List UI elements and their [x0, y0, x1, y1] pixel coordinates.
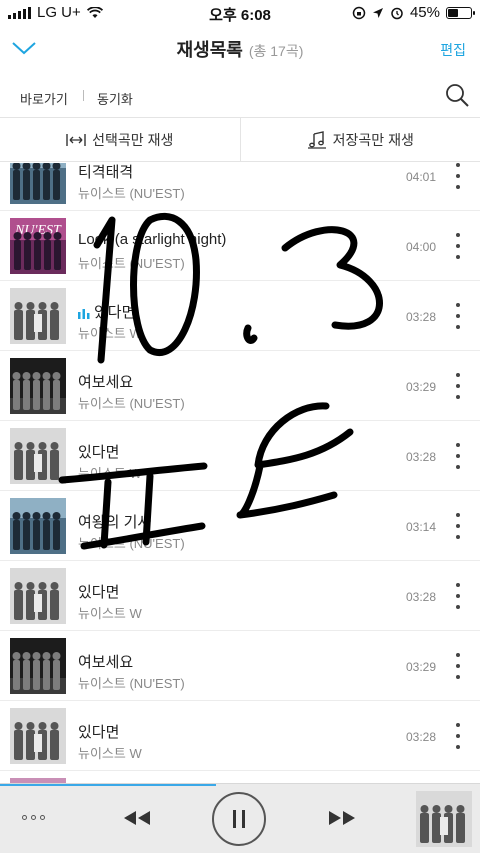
song-artist: 뉴이스트 W: [78, 326, 142, 341]
song-title: 있다면: [78, 721, 119, 742]
song-title: 여왕의 기사: [78, 511, 151, 532]
song-duration: 03:28: [405, 450, 436, 464]
page-title: 재생목록 (총 17곡): [177, 36, 304, 62]
song-duration: 04:01: [405, 170, 436, 184]
album-cover: [10, 288, 66, 344]
battery-icon: [446, 6, 475, 19]
song-title-text: 있다면: [78, 724, 120, 741]
filter-row: 선택곡만 재생 저장곡만 재생: [0, 118, 480, 162]
song-duration: 03:29: [405, 660, 436, 674]
album-cover: [10, 638, 66, 694]
nav-divider: [83, 90, 84, 101]
previous-icon[interactable]: [122, 809, 152, 827]
song-row[interactable]: 여보세요 뉴이스트 (NU'EST) 03:29: [0, 631, 480, 701]
battery-fill: [448, 8, 458, 17]
more-vertical-icon[interactable]: [454, 303, 462, 329]
pause-icon[interactable]: [212, 792, 266, 846]
song-row[interactable]: 있다면 뉴이스트 W 03:28: [0, 421, 480, 491]
rotation-lock-icon: [352, 6, 366, 19]
song-list[interactable]: 티격태격 뉴이스트 (NU'EST) 04:01 NU'EST Look (a …: [0, 163, 480, 783]
song-row[interactable]: NU'EST Look (a starlight night) 뉴이스트 (NU…: [0, 211, 480, 281]
album-cover: [10, 428, 66, 484]
song-duration: 04:00: [405, 240, 436, 254]
page-title-text: 재생목록: [176, 40, 243, 60]
song-title-text: 있다면: [78, 444, 120, 461]
song-row[interactable]: 티격태격 뉴이스트 (NU'EST) 04:01: [0, 163, 480, 211]
more-vertical-icon[interactable]: [454, 163, 462, 189]
song-artist: 뉴이스트 (NU'EST): [78, 536, 185, 551]
song-title: 있다면: [78, 581, 119, 602]
status-right: 45%: [352, 4, 475, 21]
more-vertical-icon[interactable]: [454, 373, 462, 399]
song-title-text: Look (a starlight night): [78, 231, 227, 248]
song-title-text: 있다면: [94, 304, 136, 321]
play-selected-button[interactable]: 선택곡만 재생: [0, 118, 241, 161]
more-horizontal-icon[interactable]: [22, 815, 45, 820]
nav-row: 바로가기 동기화: [0, 72, 480, 118]
album-cover: [10, 163, 66, 204]
song-row[interactable]: 여왕의 기사 뉴이스트 (NU'EST) 03:14: [0, 491, 480, 561]
sync-button[interactable]: 동기화: [97, 89, 133, 108]
album-cover: NU'EST: [10, 218, 66, 274]
play-saved-button[interactable]: 저장곡만 재생: [241, 118, 480, 161]
song-artist: 뉴이스트 (NU'EST): [78, 256, 185, 271]
album-cover: [10, 568, 66, 624]
song-title-text: 여보세요: [78, 654, 134, 671]
song-title-text: 여왕의 기사: [78, 514, 152, 531]
play-saved-label: 저장곡만 재생: [332, 131, 414, 148]
song-title-text: 티격태격: [78, 164, 134, 181]
song-title: 여보세요: [78, 651, 133, 672]
song-row[interactable]: 있다면 뉴이스트 W 03:28: [0, 701, 480, 771]
title-bar: 재생목록 (총 17곡) 편집: [0, 26, 480, 72]
more-vertical-icon[interactable]: [454, 723, 462, 749]
song-duration: 03:14: [405, 520, 436, 534]
search-icon[interactable]: [444, 82, 470, 108]
now-playing-cover[interactable]: [416, 791, 472, 847]
song-artist: 뉴이스트 (NU'EST): [78, 186, 185, 201]
song-duration: 03:28: [405, 310, 436, 324]
song-artist: 뉴이스트 W: [78, 466, 142, 481]
more-vertical-icon[interactable]: [454, 583, 462, 609]
alarm-icon: [391, 7, 403, 19]
mini-player: [0, 783, 480, 853]
battery-percent: 45%: [409, 4, 440, 21]
song-artist: 뉴이스트 W: [78, 746, 142, 761]
song-title: 티격태격: [78, 163, 133, 182]
more-vertical-icon[interactable]: [454, 653, 462, 679]
song-duration: 03:29: [405, 380, 436, 394]
song-count: (총 17곡): [248, 43, 304, 59]
song-row[interactable]: 있다면 뉴이스트 W 03:28: [0, 281, 480, 351]
album-cover: [10, 708, 66, 764]
more-vertical-icon[interactable]: [454, 513, 462, 539]
more-vertical-icon[interactable]: [454, 233, 462, 259]
song-title: 있다면: [78, 301, 135, 322]
song-title-text: 여보세요: [78, 374, 134, 391]
music-note-icon: [307, 130, 326, 149]
song-row[interactable]: [0, 771, 480, 783]
song-artist: 뉴이스트 (NU'EST): [78, 396, 185, 411]
album-cover: [10, 358, 66, 414]
song-row[interactable]: 있다면 뉴이스트 W 03:28: [0, 561, 480, 631]
song-title: 있다면: [78, 441, 119, 462]
status-bar: LG U+ 오후 6:08 45%: [0, 0, 480, 26]
song-artist: 뉴이스트 (NU'EST): [78, 676, 185, 691]
play-selected-label: 선택곡만 재생: [92, 131, 174, 148]
equalizer-icon: [78, 309, 90, 319]
song-title: Look (a starlight night): [78, 231, 226, 248]
chevron-down-icon[interactable]: [10, 36, 38, 60]
album-cover: [10, 498, 66, 554]
song-duration: 03:28: [405, 590, 436, 604]
more-vertical-icon[interactable]: [454, 443, 462, 469]
goto-button[interactable]: 바로가기: [20, 89, 68, 108]
song-row[interactable]: 여보세요 뉴이스트 (NU'EST) 03:29: [0, 351, 480, 421]
song-artist: 뉴이스트 W: [78, 606, 142, 621]
song-duration: 03:28: [405, 730, 436, 744]
location-icon: [372, 7, 383, 18]
song-title-text: 있다면: [78, 584, 120, 601]
next-icon[interactable]: [327, 809, 357, 827]
edit-button[interactable]: 편집: [440, 40, 466, 60]
select-range-icon: [66, 133, 86, 146]
progress-bar[interactable]: [0, 784, 216, 786]
song-title: 여보세요: [78, 371, 133, 392]
